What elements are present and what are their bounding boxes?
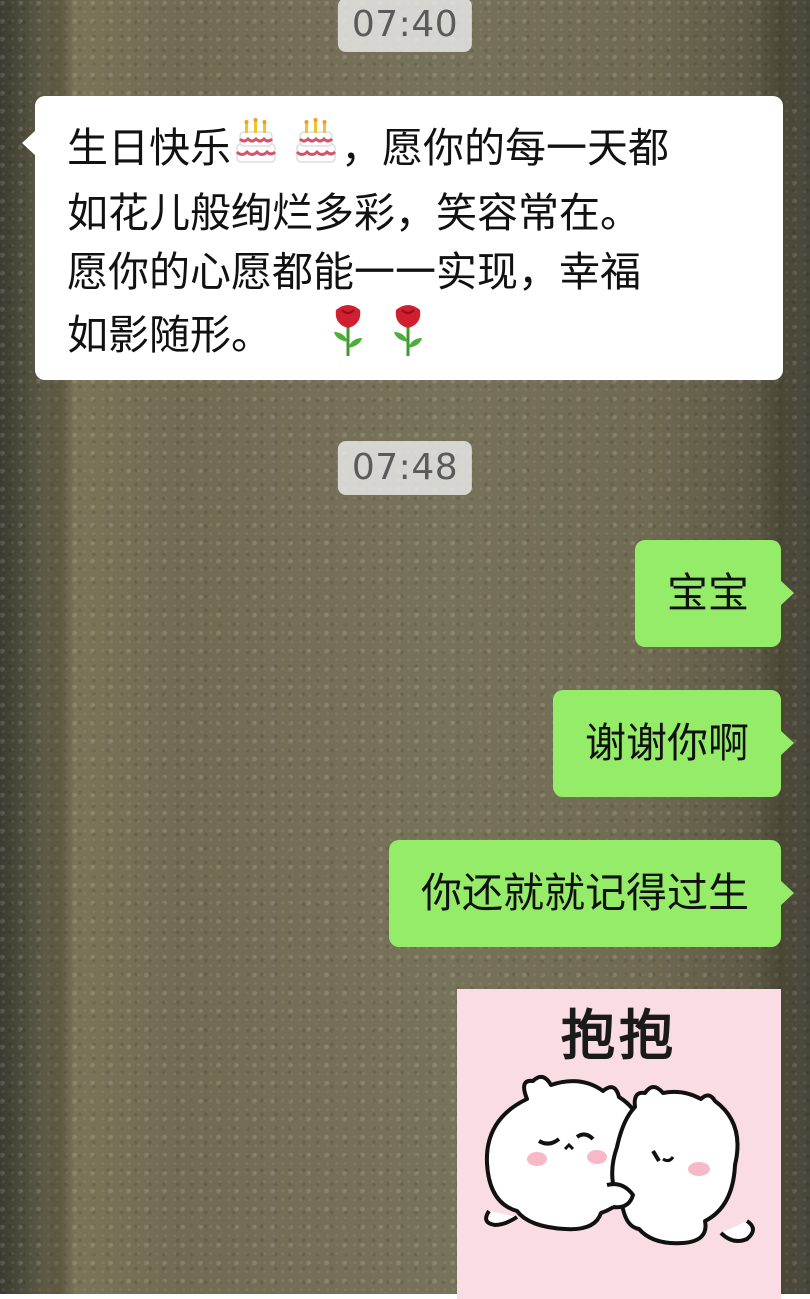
message-text: 如影随形。 <box>67 311 272 359</box>
birthday-cake-icon <box>291 118 341 184</box>
timestamp: 07:48 <box>337 441 473 495</box>
outgoing-message-bubble[interactable]: 谢谢你啊 <box>553 690 794 797</box>
timestamp: 07:40 <box>337 0 473 52</box>
message-line: 如影随形。 <box>67 302 753 374</box>
message-line: 愿你的心愿都能一一实现，幸福 <box>67 248 641 296</box>
rose-icon <box>388 302 428 374</box>
incoming-message-bubble[interactable]: 生日快乐 ，愿你的每一天都 如花儿般绚烂多彩，笑容常在。 愿你的心愿都能一一实现，… <box>22 96 783 380</box>
birthday-cake-icon <box>231 118 281 184</box>
message-text: 生日快乐 <box>67 124 231 172</box>
outgoing-message-bubble[interactable]: 宝宝 <box>635 540 794 647</box>
message-line: 生日快乐 ，愿你的每一天都 <box>67 118 753 184</box>
outgoing-message-bubble[interactable]: 你还就就记得过生 <box>389 840 794 947</box>
rose-icon <box>328 302 368 374</box>
message-line: 如花儿般绚烂多彩，笑容常在。 <box>67 189 641 237</box>
hug-sticker[interactable]: 抱抱 <box>457 989 781 1299</box>
sticker-caption: 抱抱 <box>561 1004 677 1067</box>
message-text: ，愿你的每一天都 <box>341 124 669 172</box>
